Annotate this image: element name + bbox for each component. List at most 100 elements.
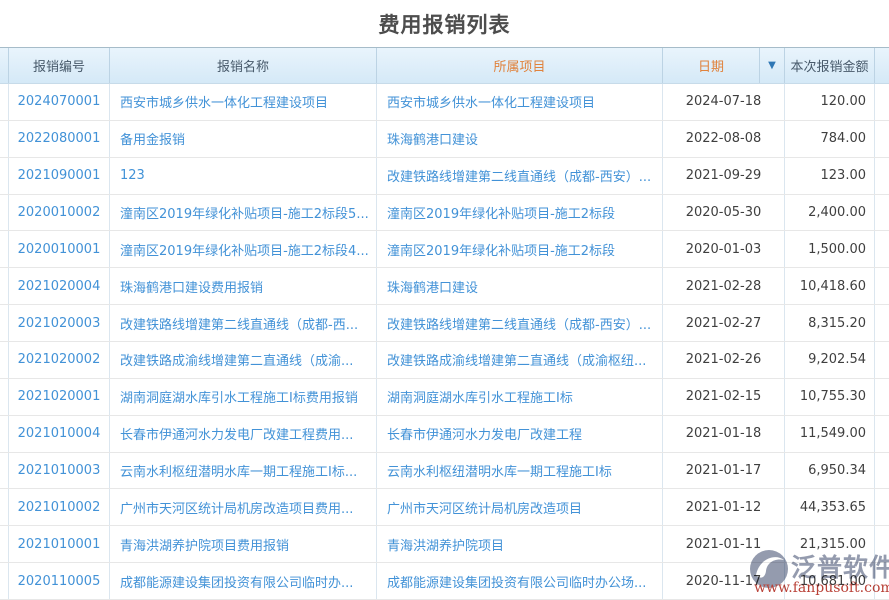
row-end-spacer — [875, 453, 889, 489]
row-end-spacer — [875, 379, 889, 415]
cell-reimburse-name[interactable]: 潼南区2019年绿化补贴项目-施工2标段4... — [110, 231, 377, 267]
cell-project[interactable]: 云南水利枢纽潜明水库一期工程施工I标 — [377, 453, 663, 489]
row-end-spacer — [875, 195, 889, 231]
row-spacer — [0, 195, 9, 231]
row-end-spacer — [875, 416, 889, 452]
cell-reimburse-id[interactable]: 2020010001 — [9, 231, 110, 267]
cell-amount: 8,315.20 — [785, 305, 875, 341]
cell-amount: 10,418.60 — [785, 268, 875, 304]
page-title: 费用报销列表 — [0, 0, 889, 47]
cell-reimburse-id[interactable]: 2021020004 — [9, 268, 110, 304]
cell-reimburse-id[interactable]: 2021020001 — [9, 379, 110, 415]
cell-reimburse-id[interactable]: 2021010004 — [9, 416, 110, 452]
cell-reimburse-name[interactable]: 123 — [110, 158, 377, 194]
row-spacer — [0, 563, 9, 599]
cell-reimburse-name[interactable]: 珠海鹤港口建设费用报销 — [110, 268, 377, 304]
row-end-spacer — [875, 526, 889, 562]
table-row[interactable]: 2020010002 潼南区2019年绿化补贴项目-施工2标段5... 潼南区2… — [0, 195, 889, 232]
cell-date: 2021-02-27 — [663, 305, 785, 341]
cell-reimburse-name[interactable]: 成都能源建设集团投资有限公司临时办... — [110, 563, 377, 599]
row-end-spacer — [875, 489, 889, 525]
table-row[interactable]: 2021090001 123 改建铁路线增建第二线直通线（成都-西安）... 2… — [0, 158, 889, 195]
cell-project[interactable]: 改建铁路线增建第二线直通线（成都-西安）... — [377, 158, 663, 194]
table-row[interactable]: 2021010002 广州市天河区统计局机房改造项目费用... 广州市天河区统计… — [0, 489, 889, 526]
row-end-spacer — [875, 342, 889, 378]
cell-date: 2020-11-17 — [663, 563, 785, 599]
cell-reimburse-name[interactable]: 改建铁路线增建第二线直通线（成都-西... — [110, 305, 377, 341]
table-row[interactable]: 2020010001 潼南区2019年绿化补贴项目-施工2标段4... 潼南区2… — [0, 231, 889, 268]
cell-date: 2021-02-26 — [663, 342, 785, 378]
row-spacer — [0, 342, 9, 378]
cell-date: 2020-05-30 — [663, 195, 785, 231]
date-sort-dropdown[interactable]: ▼ — [760, 48, 785, 83]
cell-reimburse-id[interactable]: 2021020003 — [9, 305, 110, 341]
cell-project[interactable]: 成都能源建设集团投资有限公司临时办公场... — [377, 563, 663, 599]
cell-project[interactable]: 潼南区2019年绿化补贴项目-施工2标段 — [377, 231, 663, 267]
row-spacer — [0, 305, 9, 341]
cell-reimburse-name[interactable]: 潼南区2019年绿化补贴项目-施工2标段5... — [110, 195, 377, 231]
cell-project[interactable]: 西安市城乡供水一体化工程建设项目 — [377, 84, 663, 120]
cell-date: 2021-01-12 — [663, 489, 785, 525]
cell-reimburse-id[interactable]: 2020010002 — [9, 195, 110, 231]
cell-project[interactable]: 广州市天河区统计局机房改造项目 — [377, 489, 663, 525]
cell-reimburse-id[interactable]: 2021020002 — [9, 342, 110, 378]
row-spacer — [0, 416, 9, 452]
cell-reimburse-name[interactable]: 西安市城乡供水一体化工程建设项目 — [110, 84, 377, 120]
row-spacer — [0, 268, 9, 304]
cell-project[interactable]: 改建铁路成渝线增建第二直通线（成渝枢纽... — [377, 342, 663, 378]
header-project[interactable]: 所属项目 — [377, 48, 663, 83]
table-row[interactable]: 2021020003 改建铁路线增建第二线直通线（成都-西... 改建铁路线增建… — [0, 305, 889, 342]
cell-reimburse-name[interactable]: 备用金报销 — [110, 121, 377, 157]
table-row[interactable]: 2021020001 湖南洞庭湖水库引水工程施工I标费用报销 湖南洞庭湖水库引水… — [0, 379, 889, 416]
table-body: 2024070001 西安市城乡供水一体化工程建设项目 西安市城乡供水一体化工程… — [0, 84, 889, 600]
cell-date: 2021-02-28 — [663, 268, 785, 304]
table-row[interactable]: 2021020004 珠海鹤港口建设费用报销 珠海鹤港口建设 2021-02-2… — [0, 268, 889, 305]
row-spacer — [0, 489, 9, 525]
header-spacer — [0, 48, 9, 83]
cell-project[interactable]: 湖南洞庭湖水库引水工程施工I标 — [377, 379, 663, 415]
header-date[interactable]: 日期 — [663, 48, 760, 83]
cell-project[interactable]: 珠海鹤港口建设 — [377, 121, 663, 157]
cell-amount: 123.00 — [785, 158, 875, 194]
table-row[interactable]: 2021010003 云南水利枢纽潜明水库一期工程施工I标... 云南水利枢纽潜… — [0, 453, 889, 490]
cell-reimburse-id[interactable]: 2021010003 — [9, 453, 110, 489]
header-reimburse-id[interactable]: 报销编号 — [9, 48, 110, 83]
table-row[interactable]: 2021010001 青海洪湖养护院项目费用报销 青海洪湖养护院项目 2021-… — [0, 526, 889, 563]
cell-reimburse-name[interactable]: 长春市伊通河水力发电厂改建工程费用... — [110, 416, 377, 452]
cell-project[interactable]: 长春市伊通河水力发电厂改建工程 — [377, 416, 663, 452]
cell-reimburse-name[interactable]: 云南水利枢纽潜明水库一期工程施工I标... — [110, 453, 377, 489]
row-spacer — [0, 121, 9, 157]
row-spacer — [0, 379, 9, 415]
cell-reimburse-name[interactable]: 青海洪湖养护院项目费用报销 — [110, 526, 377, 562]
header-amount[interactable]: 本次报销金额 — [785, 48, 875, 83]
table-row[interactable]: 2020110005 成都能源建设集团投资有限公司临时办... 成都能源建设集团… — [0, 563, 889, 600]
row-end-spacer — [875, 305, 889, 341]
table-row[interactable]: 2024070001 西安市城乡供水一体化工程建设项目 西安市城乡供水一体化工程… — [0, 84, 889, 121]
cell-amount: 9,202.54 — [785, 342, 875, 378]
cell-reimburse-id[interactable]: 2021010002 — [9, 489, 110, 525]
cell-reimburse-id[interactable]: 2022080001 — [9, 121, 110, 157]
cell-amount: 10,755.30 — [785, 379, 875, 415]
cell-amount: 44,353.65 — [785, 489, 875, 525]
cell-date: 2021-01-17 — [663, 453, 785, 489]
cell-project[interactable]: 珠海鹤港口建设 — [377, 268, 663, 304]
table-header-row: 报销编号 报销名称 所属项目 日期 ▼ 本次报销金额 — [0, 47, 889, 84]
cell-reimburse-id[interactable]: 2021010001 — [9, 526, 110, 562]
cell-reimburse-name[interactable]: 湖南洞庭湖水库引水工程施工I标费用报销 — [110, 379, 377, 415]
table-row[interactable]: 2021010004 长春市伊通河水力发电厂改建工程费用... 长春市伊通河水力… — [0, 416, 889, 453]
header-reimburse-name[interactable]: 报销名称 — [110, 48, 377, 83]
cell-reimburse-name[interactable]: 改建铁路成渝线增建第二直通线（成渝... — [110, 342, 377, 378]
cell-date: 2021-02-15 — [663, 379, 785, 415]
table-row[interactable]: 2022080001 备用金报销 珠海鹤港口建设 2022-08-08 784.… — [0, 121, 889, 158]
cell-reimburse-id[interactable]: 2020110005 — [9, 563, 110, 599]
cell-project[interactable]: 潼南区2019年绿化补贴项目-施工2标段 — [377, 195, 663, 231]
cell-project[interactable]: 改建铁路线增建第二线直通线（成都-西安）... — [377, 305, 663, 341]
row-spacer — [0, 158, 9, 194]
row-end-spacer — [875, 121, 889, 157]
row-end-spacer — [875, 231, 889, 267]
cell-reimburse-name[interactable]: 广州市天河区统计局机房改造项目费用... — [110, 489, 377, 525]
cell-project[interactable]: 青海洪湖养护院项目 — [377, 526, 663, 562]
table-row[interactable]: 2021020002 改建铁路成渝线增建第二直通线（成渝... 改建铁路成渝线增… — [0, 342, 889, 379]
cell-reimburse-id[interactable]: 2024070001 — [9, 84, 110, 120]
cell-reimburse-id[interactable]: 2021090001 — [9, 158, 110, 194]
